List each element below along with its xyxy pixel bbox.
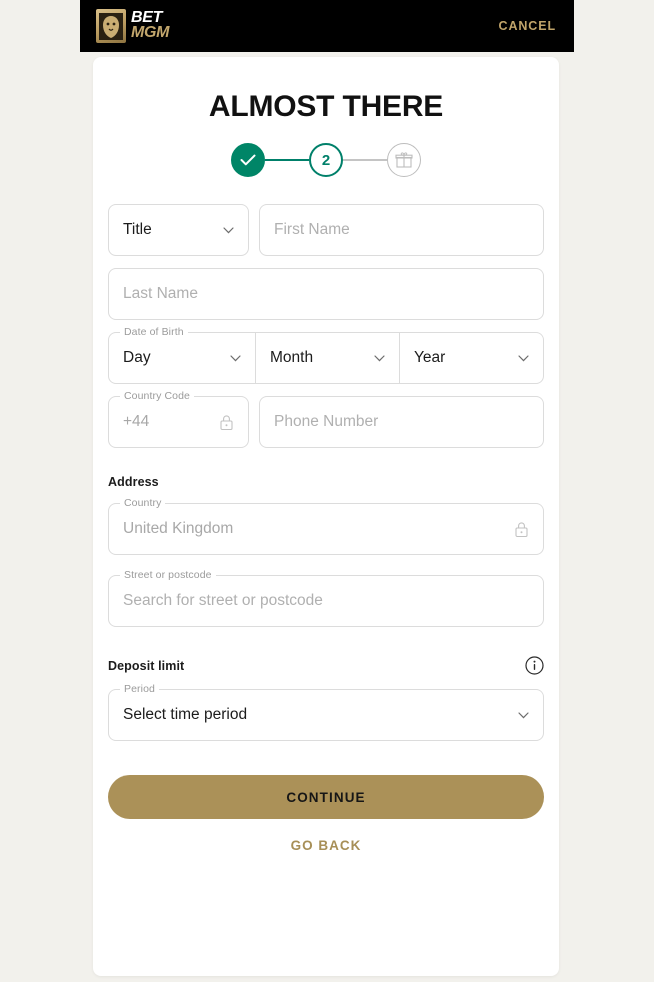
last-name-placeholder: Last Name <box>123 285 198 302</box>
title-select[interactable]: Title <box>108 204 249 256</box>
progress-stepper: 2 <box>108 141 544 179</box>
lion-logo-icon <box>96 9 126 43</box>
deposit-limit-row: Deposit limit <box>108 656 544 675</box>
country-code-field: Country Code +44 <box>108 390 249 448</box>
continue-button[interactable]: CONTINUE <box>108 775 544 819</box>
country-value: United Kingdom <box>123 520 234 537</box>
address-heading: Address <box>108 475 159 489</box>
lock-icon <box>515 521 528 537</box>
logo-text-mgm: MGM <box>131 24 170 41</box>
phone-number-placeholder: Phone Number <box>274 413 379 430</box>
dob-month-select[interactable]: Month <box>255 333 399 383</box>
dob-month-value: Month <box>270 349 314 366</box>
cancel-button[interactable]: CANCEL <box>499 19 556 33</box>
country-legend: Country <box>120 497 166 510</box>
street-search-input[interactable]: Street or postcode Search for street or … <box>108 569 544 627</box>
stepper-connector-2 <box>343 159 387 161</box>
name-row: Title First Name <box>108 204 544 256</box>
dob-day-select[interactable]: Day <box>109 333 255 383</box>
logo-wordmark: BET MGM <box>131 10 170 41</box>
country-code-legend: Country Code <box>120 390 194 403</box>
go-back-button[interactable]: GO BACK <box>291 838 362 853</box>
stepper-connector-1 <box>265 159 309 161</box>
stepper-step-2-label: 2 <box>321 151 331 169</box>
betmgm-logo: BET MGM <box>96 8 170 44</box>
chevron-down-icon <box>518 711 529 718</box>
date-of-birth-legend: Date of Birth <box>120 326 188 339</box>
stepper-step-2-current[interactable]: 2 <box>309 143 343 177</box>
dob-day-value: Day <box>123 349 151 366</box>
phone-row: Country Code +44 Phone Number <box>108 390 544 448</box>
street-placeholder: Search for street or postcode <box>123 592 323 609</box>
country-field: Country United Kingdom <box>108 497 544 555</box>
first-name-placeholder: First Name <box>274 221 350 238</box>
chevron-down-icon <box>223 226 234 233</box>
first-name-input[interactable]: First Name <box>259 204 544 256</box>
date-of-birth-group: Date of Birth Day Month Year <box>108 326 544 384</box>
chevron-down-icon <box>518 354 529 361</box>
registration-card: ALMOST THERE 2 Title First Name Last Nam… <box>93 57 559 976</box>
stepper-step-1-complete[interactable] <box>231 143 265 177</box>
chevron-down-icon <box>374 354 385 361</box>
period-select[interactable]: Period Select time period <box>108 683 544 741</box>
period-value: Select time period <box>123 706 248 723</box>
title-select-value: Title <box>123 221 152 238</box>
last-name-input[interactable]: Last Name <box>108 268 544 320</box>
phone-number-input[interactable]: Phone Number <box>259 396 544 448</box>
stepper-step-3-gift[interactable] <box>387 143 421 177</box>
dob-year-select[interactable]: Year <box>399 333 543 383</box>
chevron-down-icon <box>230 354 241 361</box>
street-legend: Street or postcode <box>120 569 216 582</box>
registration-page: BET MGM CANCEL ALMOST THERE 2 Title Firs… <box>0 0 654 982</box>
country-code-value: +44 <box>123 413 150 430</box>
deposit-limit-heading: Deposit limit <box>108 658 185 673</box>
registration-form: Title First Name Last Name Date of Birth… <box>108 204 544 853</box>
dob-year-value: Year <box>414 349 446 366</box>
page-title: ALMOST THERE <box>208 90 444 123</box>
lock-icon <box>220 414 233 430</box>
period-legend: Period <box>120 683 159 696</box>
info-icon[interactable] <box>525 656 544 675</box>
gift-icon <box>395 152 413 168</box>
top-bar: BET MGM CANCEL <box>80 0 574 52</box>
check-icon <box>240 154 256 166</box>
lion-glyph-icon <box>99 13 123 40</box>
